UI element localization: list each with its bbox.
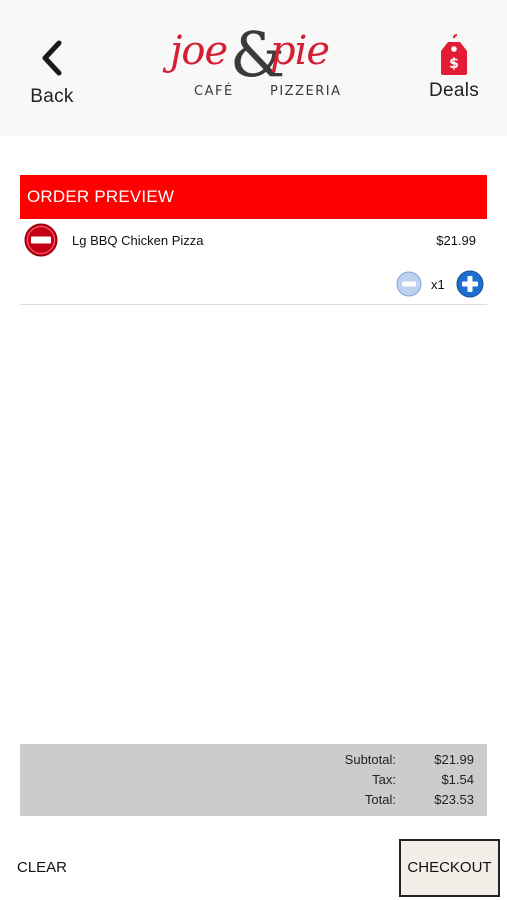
order-item-row: Lg BBQ Chicken Pizza $21.99 x1 — [20, 219, 487, 305]
total-label: Total: — [364, 792, 396, 807]
top-bar: Back joe & pie CAFÉ PIZZERIA $ Deals — [0, 0, 507, 136]
tax-value: $1.54 — [441, 772, 474, 787]
deals-label: Deals — [428, 80, 480, 101]
tax-label: Tax: — [372, 772, 396, 787]
clear-button[interactable]: CLEAR — [17, 855, 67, 881]
order-preview-title: ORDER PREVIEW — [20, 175, 487, 219]
tax-row: Tax: $1.54 — [20, 772, 487, 792]
price-tag-icon: $ — [441, 34, 467, 75]
plus-circle-icon[interactable] — [456, 270, 484, 298]
subtotal-row: Subtotal: $21.99 — [20, 752, 487, 772]
logo-joe-text: joe — [170, 28, 228, 74]
item-name: Lg BBQ Chicken Pizza — [72, 233, 204, 248]
subtotal-value: $21.99 — [434, 752, 474, 767]
logo-pizzeria-text: PIZZERIA — [270, 84, 342, 99]
total-value: $23.53 — [434, 792, 474, 807]
order-totals-panel: Subtotal: $21.99 Tax: $1.54 Total: $23.5… — [20, 744, 487, 816]
back-label: Back — [30, 86, 74, 107]
item-quantity: x1 — [431, 277, 445, 292]
svg-text:$: $ — [449, 56, 459, 72]
logo-cafe-text: CAFÉ — [194, 84, 234, 99]
subtotal-label: Subtotal: — [344, 752, 396, 767]
deals-button[interactable]: $ Deals — [422, 34, 486, 108]
order-preview-screen: Back joe & pie CAFÉ PIZZERIA $ Deals ORD… — [0, 0, 507, 900]
checkout-button[interactable]: CHECKOUT — [399, 839, 500, 897]
chevron-left-icon — [42, 40, 62, 76]
total-row: Total: $23.53 — [20, 792, 487, 812]
item-price: $21.99 — [436, 233, 476, 248]
minus-circle-icon[interactable] — [396, 271, 422, 297]
back-button[interactable]: Back — [22, 38, 82, 108]
joe-and-pie-logo: joe & pie CAFÉ PIZZERIA — [166, 18, 342, 110]
remove-circle-icon[interactable] — [24, 223, 58, 257]
footer-bar: CLEAR CHECKOUT — [0, 835, 507, 900]
logo-pie-text: pie — [270, 28, 330, 74]
